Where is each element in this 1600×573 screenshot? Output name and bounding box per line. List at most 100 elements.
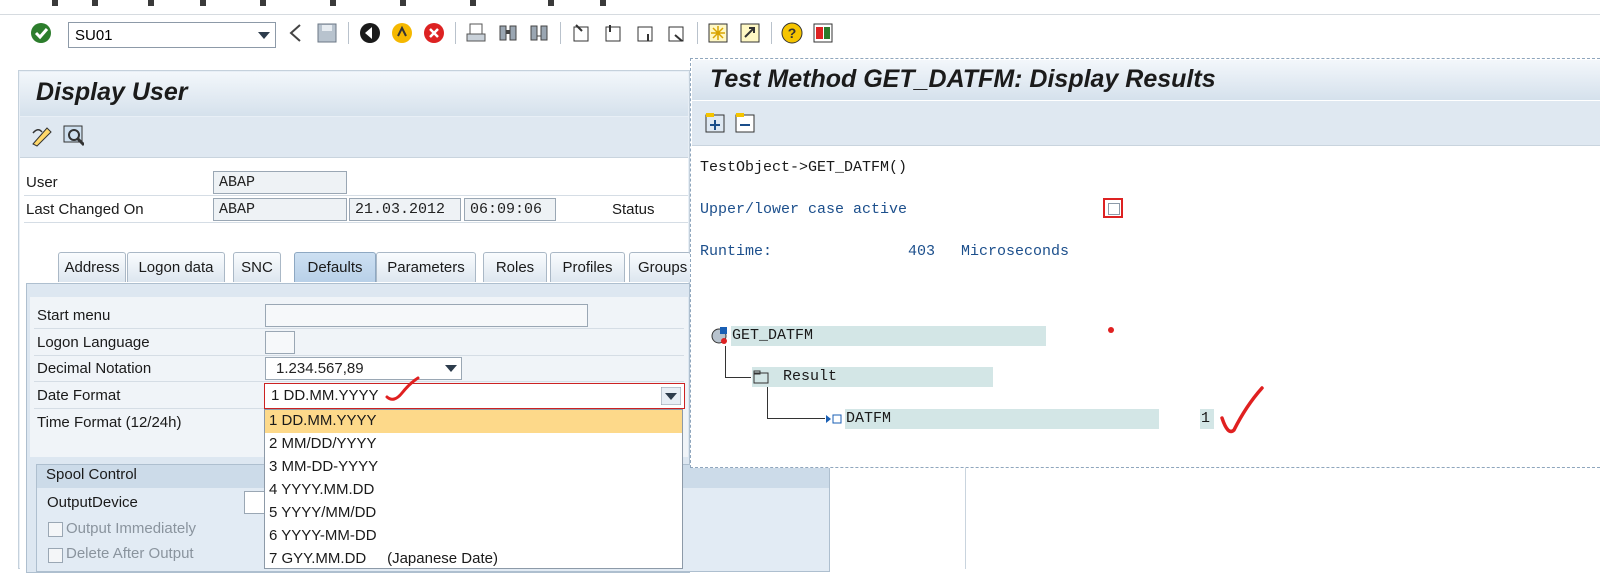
tree-node-param[interactable]: DATFM — [846, 410, 891, 427]
status-label: Status — [612, 201, 655, 218]
new-session-icon[interactable] — [707, 22, 729, 44]
back-icon[interactable] — [285, 22, 307, 44]
start-menu-field[interactable] — [265, 304, 588, 327]
last-changed-date-field[interactable]: 21.03.2012 — [349, 198, 461, 221]
tab-roles[interactable]: Roles — [483, 252, 547, 282]
shortcut-icon[interactable] — [739, 22, 761, 44]
other-user-icon[interactable] — [62, 124, 84, 147]
tree-line — [767, 418, 825, 419]
last-changed-time-field[interactable]: 06:09:06 — [464, 198, 556, 221]
last-page-icon[interactable] — [665, 22, 687, 44]
runtime-label: Runtime: — [700, 243, 773, 260]
param-value: 1 — [1201, 410, 1211, 427]
last-changed-by-field[interactable]: ABAP — [213, 198, 347, 221]
expand-all-icon[interactable] — [704, 111, 728, 135]
print-icon[interactable] — [465, 22, 487, 44]
chevron-down-icon[interactable] — [659, 385, 683, 407]
find-next-icon[interactable] — [528, 22, 550, 44]
case-sensitivity-label: Upper/lower case active — [700, 201, 908, 218]
menu-strip — [0, 0, 1600, 15]
display-user-header: Display User — [20, 72, 688, 116]
runtime-unit: Microseconds — [961, 243, 1070, 260]
call-line: TestObject->GET_DATFM() — [700, 159, 908, 176]
annotation-dot — [1108, 327, 1114, 333]
tree-node-param-bg — [845, 409, 1159, 429]
tab-groups[interactable]: Groups — [629, 252, 691, 282]
separator — [348, 22, 349, 44]
date-format-value: 1 DD.MM.YYYY — [271, 387, 379, 404]
collapse-all-icon[interactable] — [734, 111, 758, 135]
tab-snc[interactable]: SNC — [233, 252, 281, 282]
change-icon[interactable] — [30, 124, 52, 147]
date-format-label: Date Format — [37, 387, 121, 404]
save-icon[interactable] — [316, 22, 338, 44]
checkmark-annotation — [385, 376, 420, 401]
help-icon[interactable]: ? — [781, 22, 803, 44]
chevron-down-icon[interactable] — [252, 23, 275, 47]
time-format-label: Time Format (12/24h) — [37, 414, 182, 431]
first-page-icon[interactable] — [570, 22, 592, 44]
tab-logon-data[interactable]: Logon data — [127, 252, 225, 282]
dropdown-option[interactable]: 3 MM-DD-YYYY — [265, 456, 682, 479]
dropdown-option[interactable]: 6 YYYY-MM-DD — [265, 525, 682, 548]
divider — [24, 195, 688, 196]
prev-page-icon[interactable] — [602, 22, 624, 44]
dropdown-option[interactable]: 5 YYYY/MM/DD — [265, 502, 682, 525]
find-icon[interactable] — [497, 22, 519, 44]
background-area — [830, 467, 1600, 569]
tab-address[interactable]: Address — [58, 252, 126, 282]
page-title: Display User — [36, 78, 188, 106]
dropdown-option[interactable]: 2 MM/DD/YYYY — [265, 433, 682, 456]
case-sensitivity-checkbox[interactable] — [1103, 198, 1123, 218]
method-icon — [710, 326, 730, 346]
logon-language-field[interactable] — [265, 331, 295, 354]
tree-node-root[interactable]: GET_DATFM — [732, 327, 813, 344]
back-green-icon[interactable] — [359, 22, 381, 44]
tree-node-result[interactable]: Result — [783, 368, 837, 385]
tab-parameters[interactable]: Parameters — [376, 252, 476, 282]
tree-line — [767, 387, 768, 419]
enter-icon[interactable] — [30, 22, 52, 44]
separator — [455, 22, 456, 44]
delete-after-output-label: Delete After Output — [66, 545, 194, 562]
last-changed-label: Last Changed On — [26, 201, 144, 218]
tree-line — [725, 377, 751, 378]
delete-after-output-checkbox[interactable] — [48, 548, 63, 563]
user-label: User — [26, 174, 58, 191]
next-page-icon[interactable] — [634, 22, 656, 44]
output-immediately-label: Output Immediately — [66, 520, 197, 537]
test-method-toolbar — [692, 101, 1600, 146]
cancel-icon[interactable] — [423, 22, 445, 44]
date-format-dropdown-list: 1 DD.MM.YYYY 2 MM/DD/YYYY 3 MM-DD-YYYY 4… — [264, 409, 683, 569]
tree-line — [725, 346, 726, 378]
divider — [24, 222, 688, 223]
logon-language-label: Logon Language — [37, 334, 150, 351]
chevron-down-icon[interactable] — [440, 358, 462, 378]
runtime-value: 403 — [908, 243, 936, 260]
divider — [34, 381, 684, 382]
decimal-notation-label: Decimal Notation — [37, 360, 152, 377]
divider — [34, 355, 684, 356]
tab-defaults[interactable]: Defaults — [294, 252, 376, 282]
dropdown-option[interactable]: 1 DD.MM.YYYY — [265, 410, 682, 433]
command-field[interactable] — [68, 22, 276, 48]
export-param-icon — [825, 411, 843, 427]
separator — [560, 22, 561, 44]
display-user-toolbar — [20, 117, 688, 158]
spool-control-title: Spool Control — [46, 466, 137, 483]
test-method-header: Test Method GET_DATFM: Display Results — [692, 60, 1600, 100]
layout-icon[interactable] — [812, 22, 834, 44]
user-field[interactable]: ABAP — [213, 171, 347, 194]
tab-profiles[interactable]: Profiles — [550, 252, 625, 282]
folder-icon — [752, 368, 770, 386]
divider — [965, 467, 966, 569]
exit-icon[interactable] — [391, 22, 413, 44]
output-immediately-checkbox[interactable] — [48, 522, 63, 537]
svg-text:?: ? — [788, 25, 797, 41]
checkmark-annotation — [1220, 386, 1264, 434]
dropdown-option[interactable]: 7 GYY.MM.DD (Japanese Date) — [265, 548, 682, 568]
dropdown-option[interactable]: 4 YYYY.MM.DD — [265, 479, 682, 502]
start-menu-label: Start menu — [37, 307, 111, 324]
decimal-notation-select[interactable]: 1.234.567,89 — [265, 357, 462, 380]
divider — [34, 408, 264, 409]
